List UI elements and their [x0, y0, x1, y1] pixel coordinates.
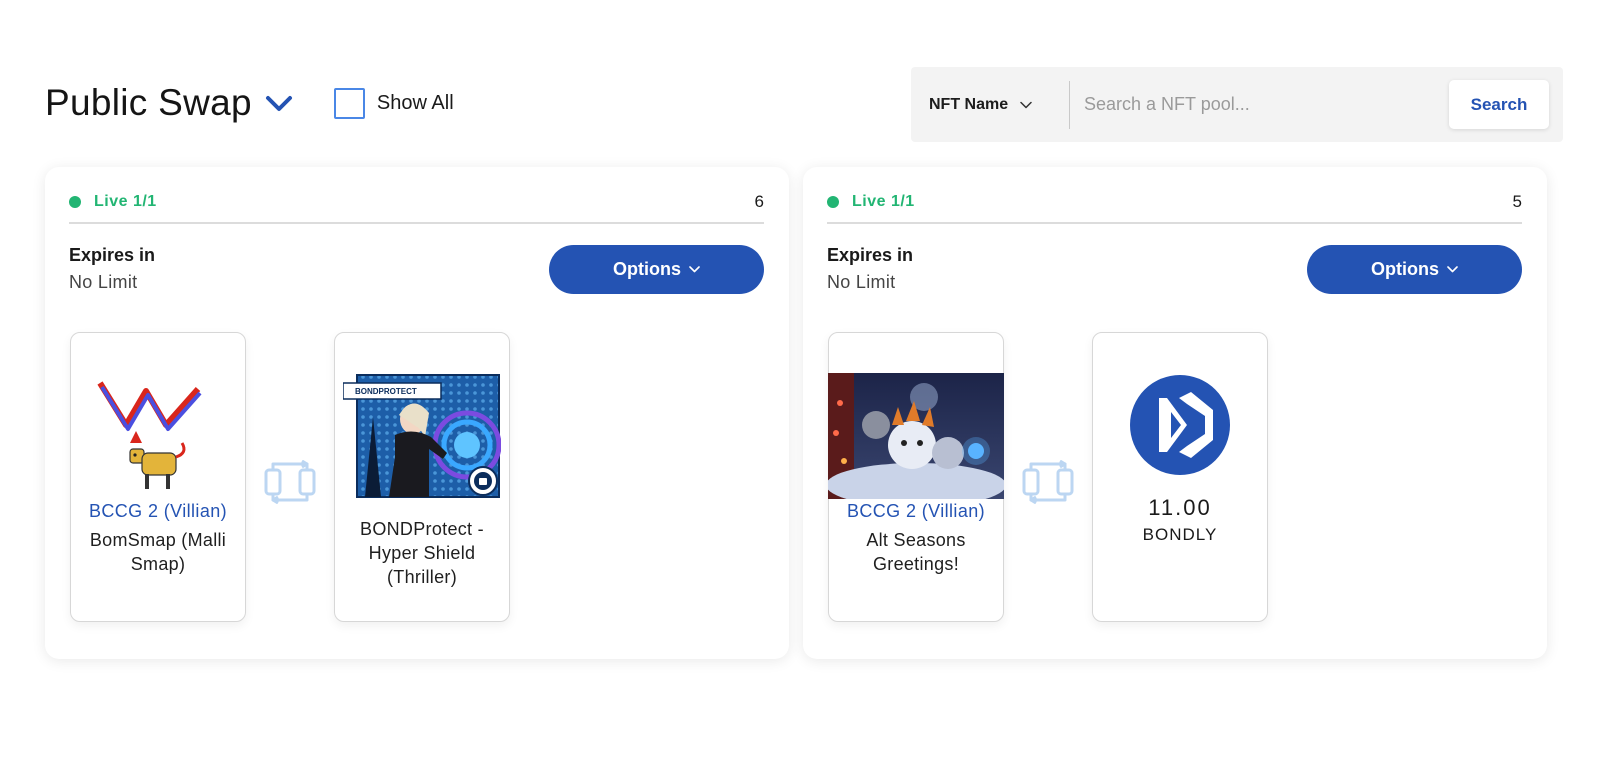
- page-title: Public Swap: [45, 82, 252, 123]
- chevron-down-icon: [1020, 101, 1032, 108]
- request-token-card[interactable]: 11.00 BONDLY: [1092, 332, 1268, 622]
- token-symbol: BONDLY: [1142, 525, 1218, 544]
- request-nft-card[interactable]: BONDPROTECT BONDProtect - Hyper Shield (…: [334, 332, 510, 622]
- page-title-dropdown[interactable]: Public Swap: [45, 82, 294, 124]
- chevron-down-icon: [1447, 266, 1458, 273]
- offer-nft-card[interactable]: BCCG 2 (Villian) Alt Seasons Greetings!: [828, 332, 1004, 622]
- expires-label: Expires in: [827, 245, 914, 265]
- bondly-logo-icon: [1130, 375, 1230, 475]
- show-all-label: Show All: [376, 91, 454, 114]
- token-amount: 11.00: [1148, 495, 1212, 520]
- live-status-dot: [827, 196, 839, 208]
- show-all-checkbox[interactable]: [333, 87, 365, 119]
- chevron-down-icon[interactable]: [264, 92, 294, 114]
- search-input[interactable]: [1070, 80, 1449, 129]
- nft-name: Alt Seasons Greetings!: [866, 530, 966, 574]
- token-logo: [1092, 373, 1268, 477]
- options-button[interactable]: Options: [1307, 245, 1522, 294]
- show-all-toggle[interactable]: Show All: [333, 87, 454, 119]
- nft-image: [70, 373, 246, 499]
- expiry-info: Expires in No Limit: [69, 245, 155, 293]
- nft-name: BomSmap (Malli Smap): [89, 530, 227, 574]
- options-label: Options: [613, 259, 681, 279]
- bomsmap-artwork-icon: [97, 381, 202, 489]
- bondprotect-artwork-icon: BONDPROTECT: [343, 374, 501, 498]
- nft-image: BONDPROTECT: [334, 373, 510, 499]
- chevron-down-icon: [689, 266, 700, 273]
- swap-arrows-icon: [246, 460, 334, 504]
- pool-status-row: Live 1/1 5: [827, 192, 1522, 224]
- live-status-dot: [69, 196, 81, 208]
- nft-name: BONDProtect - Hyper Shield (Thriller): [360, 519, 484, 587]
- nft-collection: BCCG 2 (Villian): [846, 501, 986, 521]
- offer-nft-card[interactable]: BCCG 2 (Villian) BomSmap (Malli Smap): [70, 332, 246, 622]
- options-button[interactable]: Options: [549, 245, 764, 294]
- swap-items: BCCG 2 (Villian) BomSmap (Malli Smap) BO…: [70, 332, 510, 622]
- options-label: Options: [1371, 259, 1439, 279]
- pool-count: 6: [754, 192, 764, 211]
- expires-label: Expires in: [69, 245, 156, 265]
- expires-value: No Limit: [69, 272, 138, 292]
- nft-image: [828, 373, 1004, 499]
- pool-status-row: Live 1/1 6: [69, 192, 764, 224]
- search-filter-label: NFT Name: [929, 95, 1009, 113]
- pool-count: 5: [1512, 192, 1522, 211]
- expiry-info: Expires in No Limit: [827, 245, 913, 293]
- swap-arrows-icon: [1004, 460, 1092, 504]
- expires-value: No Limit: [827, 272, 896, 292]
- pool-card: Live 1/1 6 Expires in No Limit Options B…: [45, 167, 789, 659]
- search-filter-select[interactable]: NFT Name: [911, 67, 1069, 142]
- pool-status: Live 1/1: [94, 193, 157, 210]
- pool-status: Live 1/1: [852, 193, 915, 210]
- search-panel: NFT Name Search: [911, 67, 1563, 142]
- search-button[interactable]: Search: [1449, 80, 1549, 129]
- pool-card: Live 1/1 5 Expires in No Limit Options B…: [803, 167, 1547, 659]
- alt-seasons-artwork-icon: [828, 373, 1004, 499]
- bondprotect-badge-text: BONDPROTECT: [355, 387, 417, 396]
- nft-collection: BCCG 2 (Villian): [88, 501, 228, 521]
- swap-items: BCCG 2 (Villian) Alt Seasons Greetings!: [828, 332, 1268, 622]
